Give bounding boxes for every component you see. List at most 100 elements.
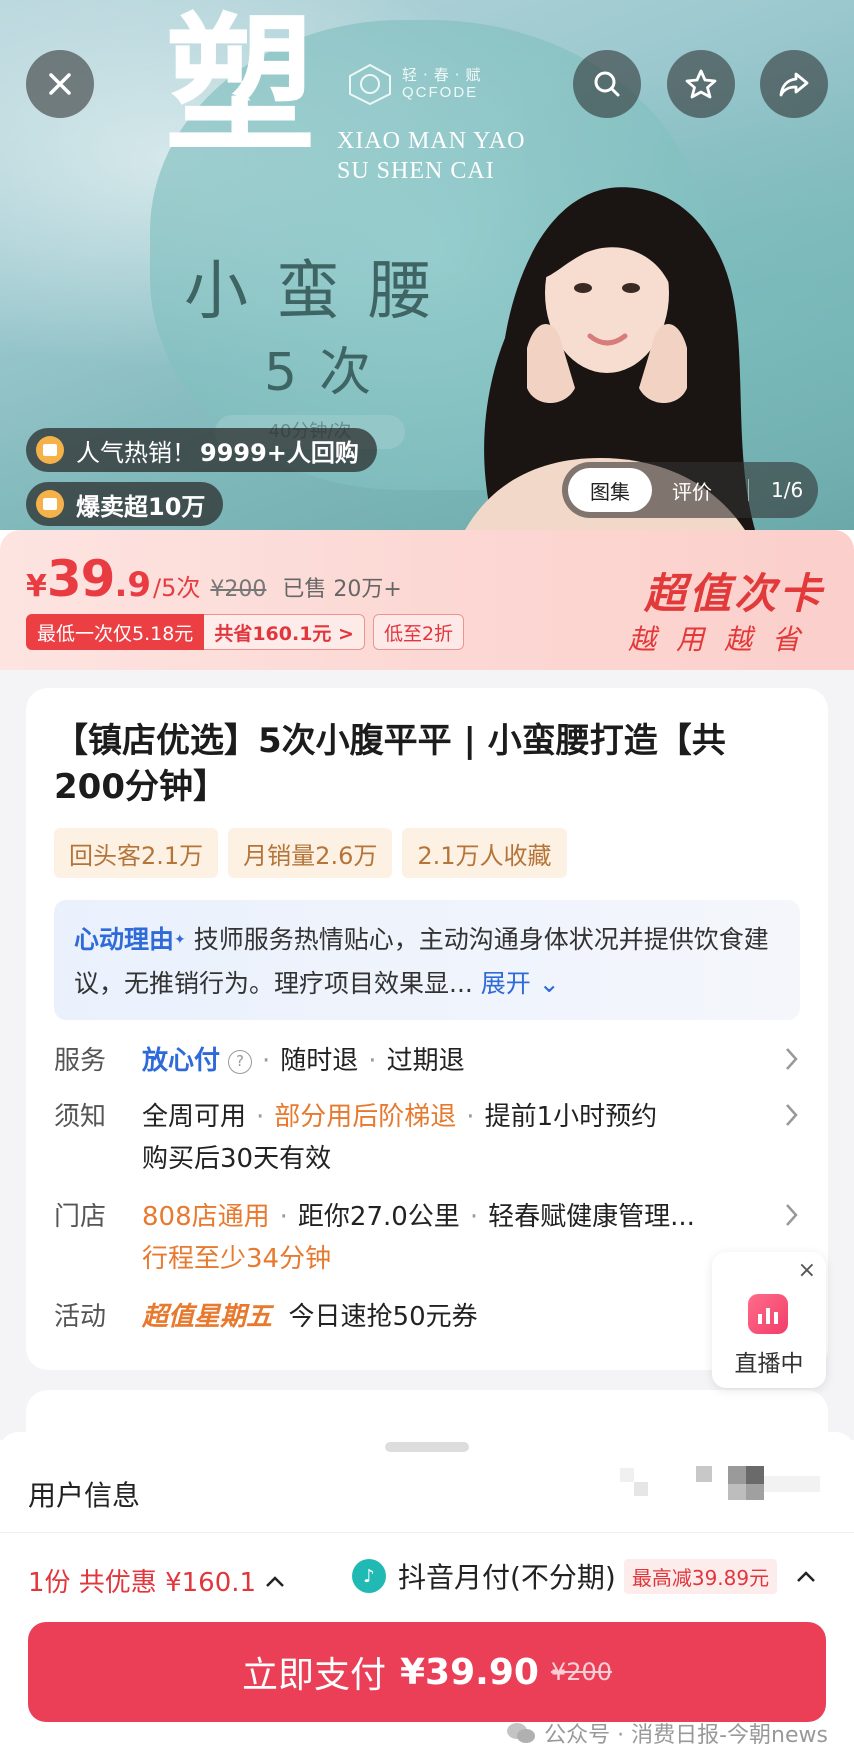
hero-big-character: 塑 <box>165 0 316 173</box>
share-button[interactable] <box>760 50 828 118</box>
event-item-friday: 超值星期五 <box>142 1302 273 1332</box>
service-label: 服务 <box>54 1046 107 1076</box>
pay-button-original: ¥200 <box>550 1658 612 1686</box>
live-label: 直播中 <box>734 1351 804 1377</box>
tab-divider <box>748 479 749 501</box>
watermark-text: 公众号 · 消费日报-今朝news <box>544 1723 828 1748</box>
discount-summary[interactable]: 1份 共优惠 ¥160.1 <box>28 1562 286 1599</box>
chevron-right-icon <box>786 1104 798 1126</box>
notice-item-booking: 提前1小时预约 <box>484 1102 658 1132</box>
search-button[interactable] <box>573 50 641 118</box>
original-price: ¥200 <box>210 577 267 602</box>
payment-method-selector[interactable]: ♪ 抖音月付(不分期) 最高减39.89元 <box>352 1556 817 1596</box>
search-icon <box>594 71 620 97</box>
chevron-down-icon: ⌄ <box>530 969 560 998</box>
store-label: 门店 <box>54 1202 107 1232</box>
hero-banner[interactable]: 塑 轻·春·赋 QCFODE XIAO MAN YAO SU SHEN CAI … <box>0 0 854 530</box>
divider <box>0 1532 854 1533</box>
chip-repeat-customers: 回头客2.1万 <box>54 828 219 878</box>
popular-badge-count: 9999+人回购 <box>200 438 359 467</box>
product-card: 【镇店优选】5次小腹平平 | 小蛮腰打造【共200分钟】 回头客2.1万 月销量… <box>26 688 828 1370</box>
service-item-refund-anytime: 随时退 <box>280 1046 359 1076</box>
sparkle-icon: ✦ <box>174 932 186 948</box>
live-chart-icon <box>748 1294 788 1334</box>
chevron-right-icon <box>786 1048 798 1070</box>
chevron-right-icon <box>786 1204 798 1226</box>
service-body: 放心付? · 随时退 · 过期退 <box>142 1046 465 1076</box>
popular-badge: 人气热销！ 9999+人回购 <box>26 428 377 472</box>
close-button[interactable] <box>26 50 94 118</box>
expand-link[interactable]: 展开 <box>481 969 531 998</box>
chevron-up-icon <box>797 1571 816 1582</box>
deal-title: 超值次卡 <box>643 569 824 618</box>
product-title: 【镇店优选】5次小腹平平 | 小蛮腰打造【共200分钟】 <box>54 721 726 807</box>
service-item-safe-pay: 放心付 <box>142 1046 221 1076</box>
price-decimal: .9 <box>114 565 152 605</box>
service-item-refund-expired: 过期退 <box>386 1046 465 1076</box>
deal-subtitle: 越用越省 <box>627 623 820 656</box>
live-widget[interactable]: × 直播中 <box>712 1252 826 1388</box>
brand-name-en: QCFODE <box>402 84 479 101</box>
sheet-drag-handle[interactable] <box>385 1442 469 1452</box>
price-unit: /5次 <box>153 574 201 602</box>
sold-badge: 爆卖超10万 <box>26 482 224 526</box>
price-integer: 39 <box>46 550 116 608</box>
highlight-reason-box[interactable]: 心动理由✦ 技师服务热情贴心，主动沟通身体状况并提供饮食建议，无推销行为。理疗项… <box>54 900 800 1020</box>
blurred-user-data <box>620 1466 820 1500</box>
pay-now-button[interactable]: 立即支付 ¥39.90 ¥200 <box>28 1622 826 1722</box>
brand-name-cn: 轻·春·赋 <box>402 66 487 84</box>
user-info-label: 用户信息 <box>28 1479 141 1512</box>
favorite-button[interactable] <box>667 50 735 118</box>
price-currency: ¥ <box>26 569 47 604</box>
brand-logo-icon <box>349 63 391 106</box>
help-icon[interactable]: ? <box>228 1049 253 1074</box>
gallery-tabs: 图集 评价 1/6 <box>562 462 818 518</box>
event-label: 活动 <box>54 1302 107 1332</box>
notice-item-all-week: 全周可用 <box>142 1102 247 1132</box>
tab-reviews[interactable]: 评价 <box>672 476 712 505</box>
gallery-counter: 1/6 <box>771 478 804 502</box>
event-body: 超值星期五 今日速抢50元券 <box>142 1296 762 1338</box>
stat-chips: 回头客2.1万 月销量2.6万 2.1万人收藏 <box>54 828 567 878</box>
pay-button-amount: ¥39.90 <box>400 1651 539 1693</box>
discount-summary-text: 1份 共优惠 ¥160.1 <box>28 1568 257 1598</box>
chip-favorites: 2.1万人收藏 <box>402 828 567 878</box>
wechat-icon <box>507 1723 536 1743</box>
checkout-sheet: 用户信息 1份 共优惠 ¥160.1 ♪ 抖音月付(不分期) 最高减39.89元… <box>0 1432 854 1763</box>
shopping-bag-icon <box>36 490 64 518</box>
payment-method-name: 抖音月付(不分期) <box>398 1561 616 1594</box>
hero-times: 5次 <box>264 343 394 403</box>
notice-item-tiered-refund: 部分用后阶梯退 <box>274 1102 457 1132</box>
store-item-name: 轻春赋健康管理... <box>488 1202 695 1232</box>
store-item-count: 808店通用 <box>142 1202 270 1232</box>
store-item-distance: 距你27.0公里 <box>297 1202 460 1232</box>
tab-gallery[interactable]: 图集 <box>568 468 652 512</box>
event-item-coupon: 今日速抢50元券 <box>288 1302 478 1332</box>
close-icon <box>49 73 71 95</box>
pay-button-label: 立即支付 <box>241 1655 386 1696</box>
sold-badge-text: 爆卖超10万 <box>76 492 206 521</box>
star-icon <box>685 69 717 99</box>
price-row: ¥ 39 .9 /5次 ¥200 已售 20万+ <box>26 550 402 608</box>
douyin-icon: ♪ <box>352 1559 386 1593</box>
store-item-travel-time: 行程至少34分钟 <box>142 1244 332 1274</box>
total-saving-tag[interactable]: 共省160.1元 > <box>204 614 365 650</box>
notice-body: 全周可用 · 部分用后阶梯退 · 提前1小时预约 购买后30天有效 <box>142 1102 658 1174</box>
hero-title: 小蛮腰 <box>184 255 460 329</box>
shopping-bag-icon <box>36 436 64 464</box>
payment-reduce-badge: 最高减39.89元 <box>623 1558 778 1594</box>
store-body: 808店通用 · 距你27.0公里 · 轻春赋健康管理... 行程至少34分钟 <box>142 1202 695 1274</box>
popular-badge-prefix: 人气热销！ <box>76 438 196 467</box>
lowest-price-tag: 最低一次仅5.18元 <box>26 614 205 650</box>
share-icon <box>779 72 809 97</box>
notice-item-validity: 购买后30天有效 <box>142 1144 332 1174</box>
chevron-up-icon <box>266 1575 284 1587</box>
reason-label: 心动理由 <box>74 925 175 954</box>
price-tags: 最低一次仅5.18元 共省160.1元 > 低至2折 <box>26 614 465 650</box>
discount-tag: 低至2折 <box>372 614 465 650</box>
price-band: ¥ 39 .9 /5次 ¥200 已售 20万+ 最低一次仅5.18元 共省16… <box>0 530 854 675</box>
chip-monthly-sales: 月销量2.6万 <box>228 828 393 878</box>
watermark: 公众号 · 消费日报-今朝news <box>506 1717 828 1749</box>
close-icon[interactable]: × <box>798 1258 816 1283</box>
notice-label: 须知 <box>54 1102 107 1132</box>
